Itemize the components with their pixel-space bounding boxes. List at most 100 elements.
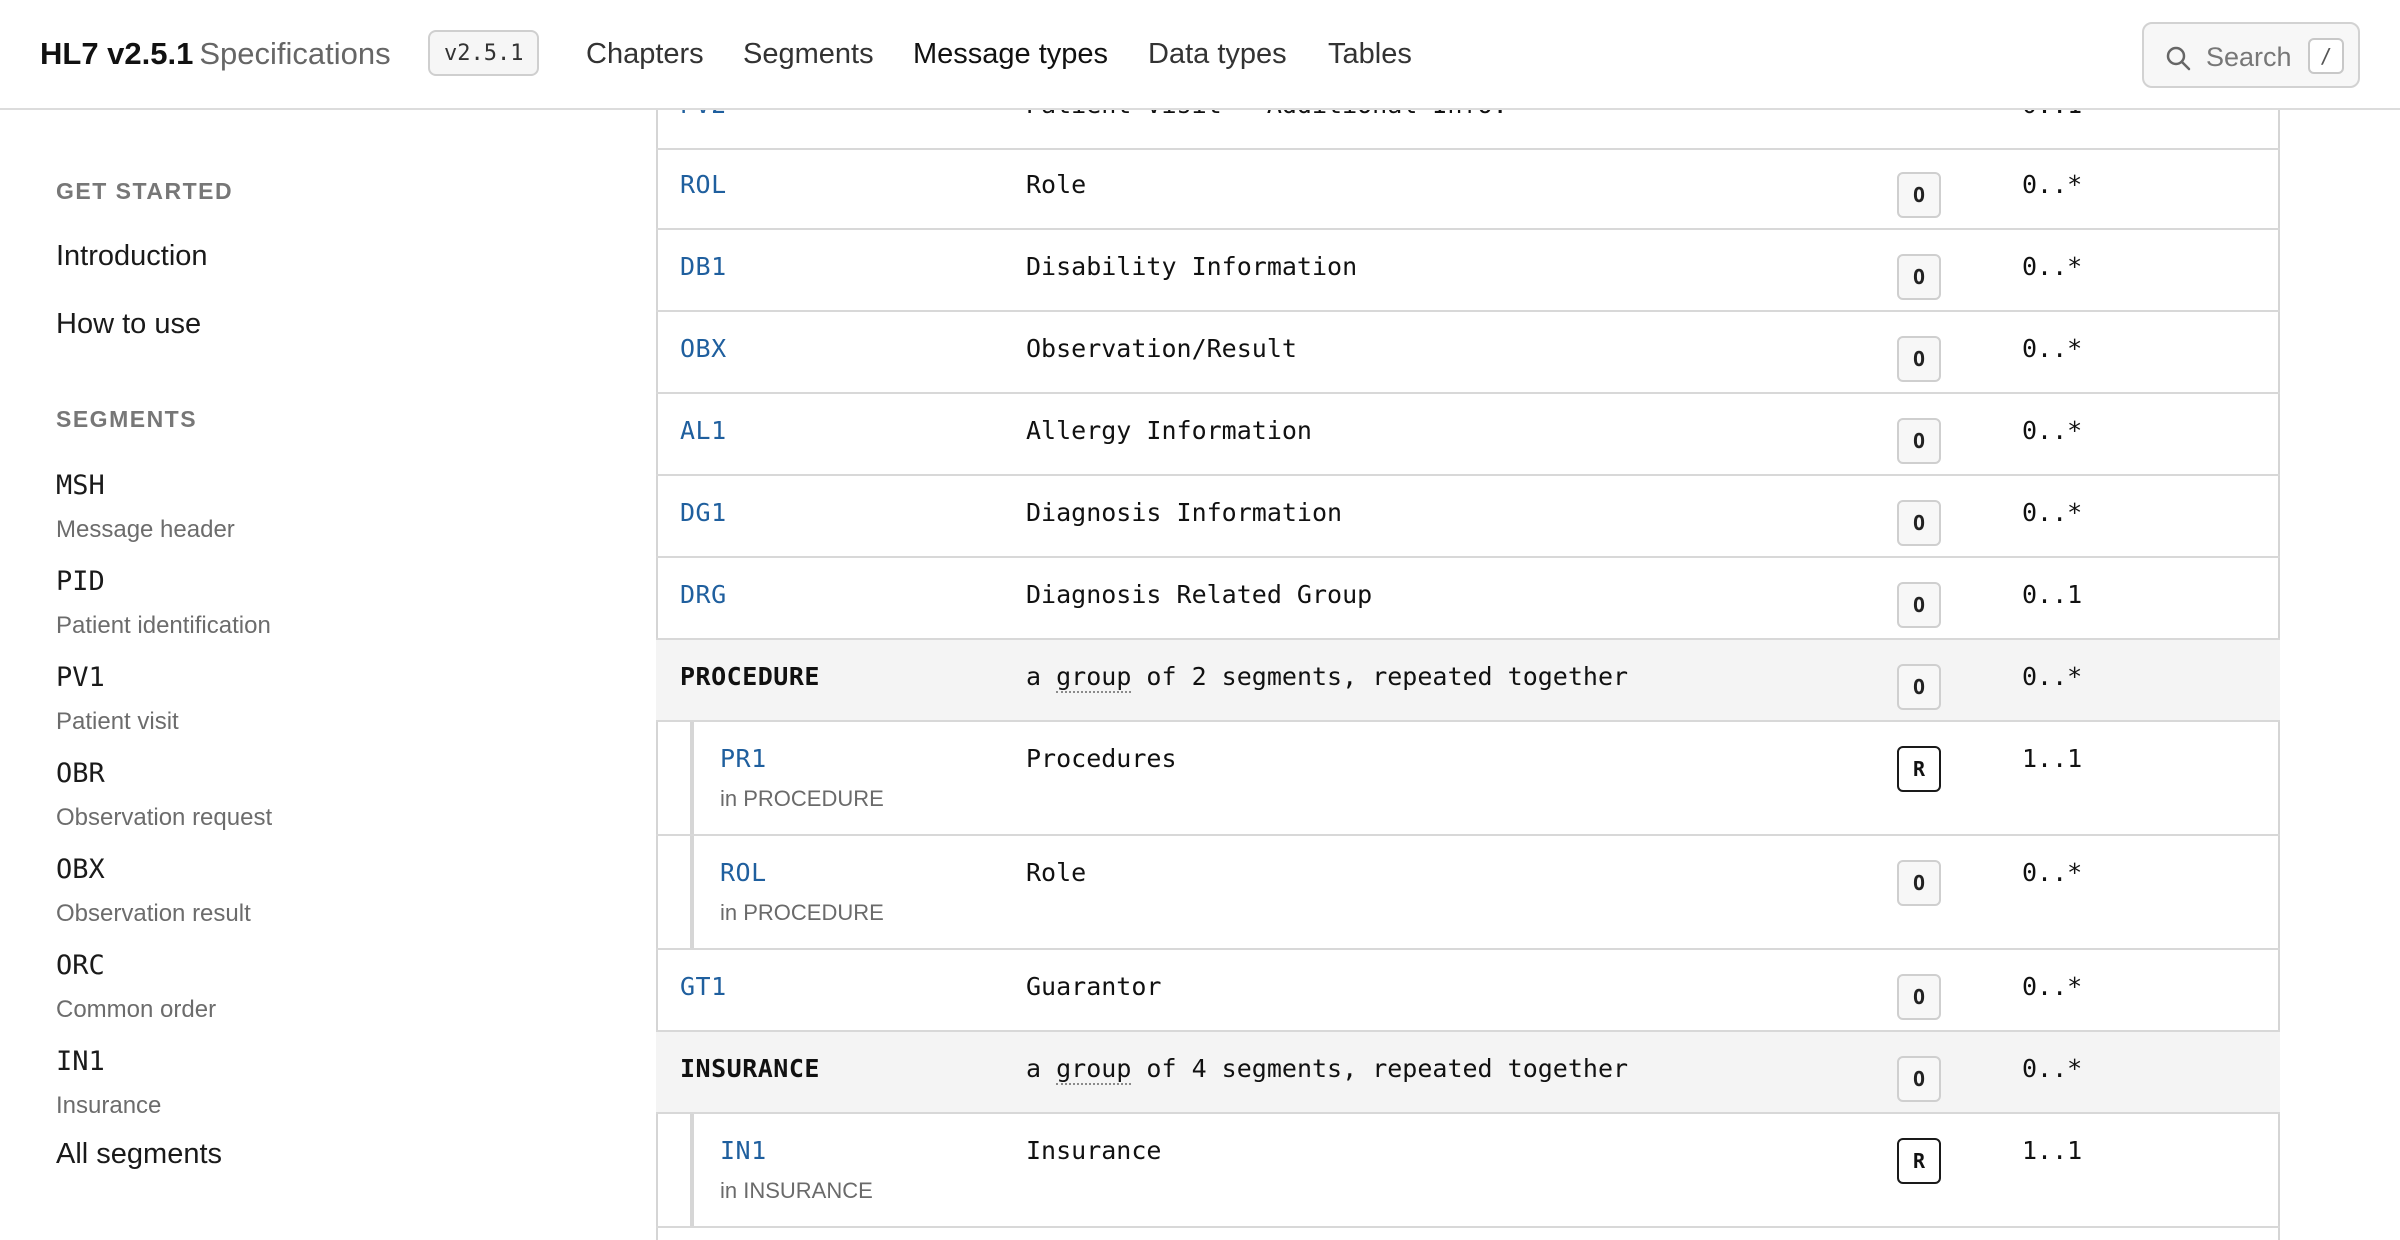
segment-link[interactable]: DB1 xyxy=(680,252,727,281)
optionality-badge: O xyxy=(1897,336,1941,382)
nesting-indicator xyxy=(690,836,694,948)
segment-cardinality: 0..1 xyxy=(2022,580,2083,609)
optionality-badge: O xyxy=(1897,664,1941,710)
sidebar-item-all-segments[interactable]: All segments xyxy=(56,1138,222,1171)
optionality-badge: R xyxy=(1897,1138,1941,1184)
segment-description: Disability Information xyxy=(1026,252,1358,281)
sidebar-segment-code: PV1 xyxy=(56,662,105,693)
table-row: GT1 Guarantor O 0..* xyxy=(656,950,2280,1032)
sidebar: GET STARTED Introduction How to use SEGM… xyxy=(0,110,656,1240)
nav-tables[interactable]: Tables xyxy=(1328,38,1412,71)
segment-description: Observation/Result xyxy=(1026,334,1297,363)
table-row: AL1 Allergy Information O 0..* xyxy=(656,394,2280,476)
sidebar-item-introduction[interactable]: Introduction xyxy=(56,240,208,273)
nav-data-types[interactable]: Data types xyxy=(1148,38,1287,71)
optionality-badge: O xyxy=(1897,418,1941,464)
optionality-badge: O xyxy=(1897,974,1941,1020)
group-desc-prefix: a xyxy=(1026,1054,1057,1083)
segment-description: Insurance xyxy=(1026,1136,1162,1165)
sidebar-heading-segments: SEGMENTS xyxy=(56,406,198,432)
segment-cardinality: 0..* xyxy=(2022,252,2083,281)
nesting-indicator xyxy=(690,722,694,834)
sidebar-segment-code: OBX xyxy=(56,854,105,885)
search-shortcut-key: / xyxy=(2308,38,2344,74)
sidebar-segment-desc: Patient identification xyxy=(56,612,271,639)
nav-chapters[interactable]: Chapters xyxy=(586,38,704,71)
group-name: INSURANCE xyxy=(680,1054,820,1083)
nav-segments[interactable]: Segments xyxy=(743,38,874,71)
table-row: IN1 in INSURANCE Insurance R 1..1 xyxy=(656,1114,2280,1228)
sidebar-item-how-to-use[interactable]: How to use xyxy=(56,308,201,341)
segment-link[interactable]: PR1 xyxy=(720,744,767,773)
segment-link[interactable]: DRG xyxy=(680,580,727,609)
segment-cardinality: 0..* xyxy=(2022,334,2083,363)
sidebar-segment-code: PID xyxy=(56,566,105,597)
sidebar-heading-get-started: GET STARTED xyxy=(56,178,234,204)
segment-description: Allergy Information xyxy=(1026,416,1312,445)
optionality-badge: O xyxy=(1897,582,1941,628)
segment-cardinality: 0..* xyxy=(2022,498,2083,527)
segment-table: PV2 Patient Visit - Additional Info. 0..… xyxy=(656,0,2280,1240)
parent-group-label: in INSURANCE xyxy=(720,1178,873,1203)
sidebar-segment-desc: Observation result xyxy=(56,900,251,927)
group-description: a group of 4 segments, repeated together xyxy=(1026,1054,1629,1085)
optionality-badge: O xyxy=(1897,1056,1941,1102)
site-title[interactable]: HL7 v2.5.1 Specifications xyxy=(40,36,391,72)
site-title-bold: HL7 v2.5.1 xyxy=(40,36,194,71)
top-header: HL7 v2.5.1 Specifications v2.5.1 Chapters… xyxy=(0,0,2400,110)
optionality-badge: O xyxy=(1897,860,1941,906)
segment-link[interactable]: ROL xyxy=(680,170,727,199)
segment-description: Procedures xyxy=(1026,744,1177,773)
optionality-badge: R xyxy=(1897,746,1941,792)
table-group-row: PROCEDURE a group of 2 segments, repeated… xyxy=(656,640,2280,722)
group-name: PROCEDURE xyxy=(680,662,820,691)
segment-description: Role xyxy=(1026,170,1087,199)
segment-description: Role xyxy=(1026,858,1087,887)
sidebar-segment-desc: Common order xyxy=(56,996,217,1023)
table-row: DG1 Diagnosis Information O 0..* xyxy=(656,476,2280,558)
group-desc-prefix: a xyxy=(1026,662,1057,691)
segment-cardinality: 0..* xyxy=(2022,972,2083,1001)
sidebar-segment-desc: Patient visit xyxy=(56,708,179,735)
parent-group-label: in PROCEDURE xyxy=(720,900,884,925)
sidebar-segment-code: IN1 xyxy=(56,1046,105,1077)
segment-description: Guarantor xyxy=(1026,972,1162,1001)
group-desc-suffix: of 2 segments, repeated together xyxy=(1131,662,1629,691)
segment-link[interactable]: DG1 xyxy=(680,498,727,527)
group-term[interactable]: group xyxy=(1056,662,1132,693)
segment-description: Diagnosis Information xyxy=(1026,498,1343,527)
table-row: DRG Diagnosis Related Group O 0..1 xyxy=(656,558,2280,640)
table-group-row: INSURANCE a group of 4 segments, repeated… xyxy=(656,1032,2280,1114)
segment-cardinality: 0..* xyxy=(2022,662,2083,691)
search-button[interactable]: Search / xyxy=(2142,22,2360,88)
nav-message-types[interactable]: Message types xyxy=(913,38,1108,71)
segment-cardinality: 0..* xyxy=(2022,416,2083,445)
sidebar-segment-code: ORC xyxy=(56,950,105,981)
segment-description: Diagnosis Related Group xyxy=(1026,580,1373,609)
group-description: a group of 2 segments, repeated together xyxy=(1026,662,1629,693)
group-desc-suffix: of 4 segments, repeated together xyxy=(1131,1054,1629,1083)
optionality-badge: O xyxy=(1897,172,1941,218)
nesting-indicator xyxy=(690,1114,694,1226)
segment-cardinality: 0..* xyxy=(2022,858,2083,887)
version-badge[interactable]: v2.5.1 xyxy=(428,30,540,76)
segment-cardinality: 0..* xyxy=(2022,1054,2083,1083)
group-term[interactable]: group xyxy=(1056,1054,1132,1085)
segment-link[interactable]: AL1 xyxy=(680,416,727,445)
search-label: Search xyxy=(2206,42,2292,72)
segment-link[interactable]: IN1 xyxy=(720,1136,767,1165)
segment-link[interactable]: OBX xyxy=(680,334,727,363)
sidebar-segment-code: MSH xyxy=(56,470,105,501)
segment-link[interactable]: ROL xyxy=(720,858,767,887)
sidebar-segment-code: OBR xyxy=(56,758,105,789)
table-row: DB1 Disability Information O 0..* xyxy=(656,230,2280,312)
parent-group-label: in PROCEDURE xyxy=(720,786,884,811)
segment-link[interactable]: GT1 xyxy=(680,972,727,1001)
table-row: ROL Role O 0..* xyxy=(656,148,2280,230)
sidebar-segment-desc: Observation request xyxy=(56,804,273,831)
segment-cardinality: 1..1 xyxy=(2022,744,2083,773)
segment-cardinality: 1..1 xyxy=(2022,1136,2083,1165)
table-row: ROL in PROCEDURE Role O 0..* xyxy=(656,836,2280,950)
sidebar-segment-desc: Insurance xyxy=(56,1092,162,1119)
site-title-subtitle: Specifications xyxy=(199,36,391,71)
